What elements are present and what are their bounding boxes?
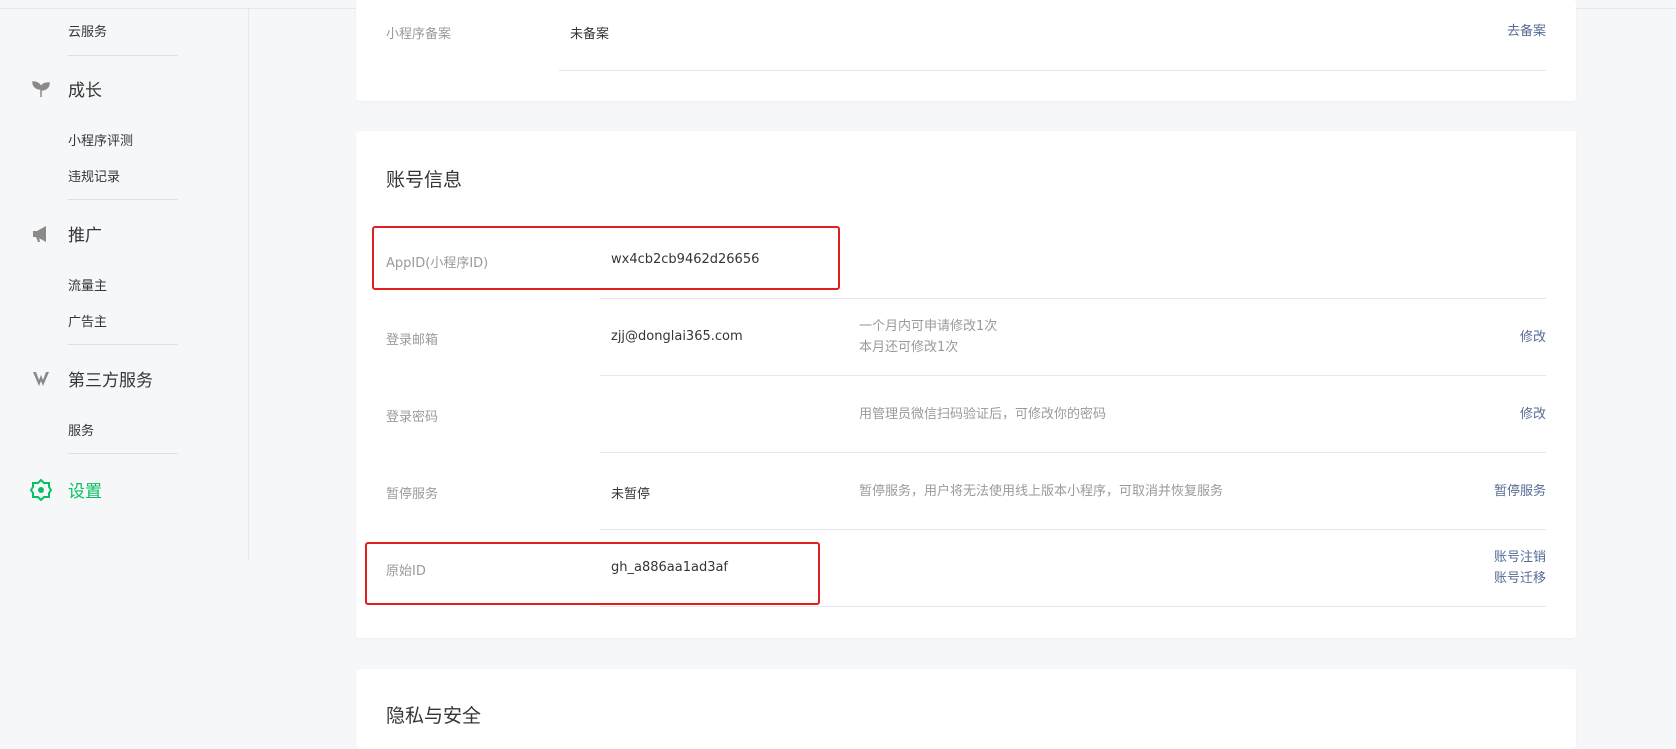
suspend-service-link[interactable]: 暂停服务 — [1494, 481, 1546, 502]
row-divider — [600, 606, 1546, 607]
sidebar-divider — [68, 344, 178, 345]
third-party-icon — [30, 368, 52, 390]
edit-password-link[interactable]: 修改 — [1520, 404, 1546, 425]
sidebar-item-evaluation[interactable]: 小程序评测 — [68, 130, 133, 149]
go-filing-link[interactable]: 去备案 — [1507, 21, 1546, 42]
account-info-title: 账号信息 — [386, 169, 463, 191]
filing-card: 小程序备案 未备案 去备案 — [356, 0, 1576, 101]
sidebar-item-traffic-owner[interactable]: 流量主 — [68, 275, 107, 294]
sidebar-group-growth[interactable]: 成长 — [30, 76, 102, 101]
account-cancel-link[interactable]: 账号注销 — [1494, 547, 1546, 568]
sidebar-group-label: 推广 — [68, 226, 102, 246]
row-divider — [559, 70, 1546, 71]
privacy-security-title: 隐私与安全 — [386, 705, 482, 727]
row-divider — [600, 375, 1546, 376]
filing-status: 未备案 — [570, 27, 610, 42]
email-desc-1: 一个月内可申请修改1次 — [859, 319, 998, 334]
sidebar-group-settings[interactable]: 设置 — [30, 477, 102, 502]
email-value: zjj@donglai365.com — [611, 329, 743, 344]
sidebar-group-label: 设置 — [68, 482, 102, 502]
appid-value: wx4cb2cb9462d26656 — [611, 252, 760, 267]
password-desc: 用管理员微信扫码验证后，可修改你的密码 — [859, 407, 1107, 422]
sidebar-group-third-party[interactable]: 第三方服务 — [30, 366, 153, 391]
password-label: 登录密码 — [386, 410, 439, 425]
privacy-security-card: 隐私与安全 — [356, 669, 1576, 749]
sidebar-divider — [68, 55, 178, 56]
sidebar-item-violations[interactable]: 违规记录 — [68, 166, 120, 185]
email-label: 登录邮箱 — [386, 333, 439, 348]
megaphone-icon — [30, 223, 52, 245]
sidebar: 云服务 成长 小程序评测 违规记录 推广 流量主 广告主 第三方服务 服务 设置 — [0, 9, 249, 561]
sidebar-group-label: 第三方服务 — [68, 371, 153, 391]
edit-email-link[interactable]: 修改 — [1520, 327, 1546, 348]
appid-label: AppID(小程序ID) — [386, 256, 489, 271]
suspend-desc: 暂停服务，用户将无法使用线上版本小程序，可取消并恢复服务 — [859, 484, 1224, 499]
row-divider — [600, 298, 1546, 299]
filing-label: 小程序备案 — [386, 27, 452, 42]
suspend-status: 未暂停 — [611, 487, 651, 502]
original-id-label: 原始ID — [386, 564, 426, 579]
row-divider — [600, 529, 1546, 530]
original-id-value: gh_a886aa1ad3af — [611, 560, 729, 575]
sprout-icon — [30, 78, 52, 100]
sidebar-item-cloud-service[interactable]: 云服务 — [68, 21, 107, 40]
sidebar-item-advertiser[interactable]: 广告主 — [68, 311, 107, 330]
sidebar-group-promotion[interactable]: 推广 — [30, 221, 102, 246]
sidebar-item-service[interactable]: 服务 — [68, 420, 94, 439]
email-desc-2: 本月还可修改1次 — [859, 340, 959, 355]
sidebar-group-label: 成长 — [68, 81, 102, 101]
suspend-label: 暂停服务 — [386, 487, 439, 502]
row-divider — [600, 452, 1546, 453]
account-info-card: 账号信息 AppID(小程序ID) wx4cb2cb9462d26656 登录邮… — [356, 131, 1576, 638]
account-migrate-link[interactable]: 账号迁移 — [1494, 568, 1546, 589]
sidebar-divider — [68, 453, 178, 454]
gear-icon — [30, 478, 52, 501]
sidebar-divider — [68, 199, 178, 200]
